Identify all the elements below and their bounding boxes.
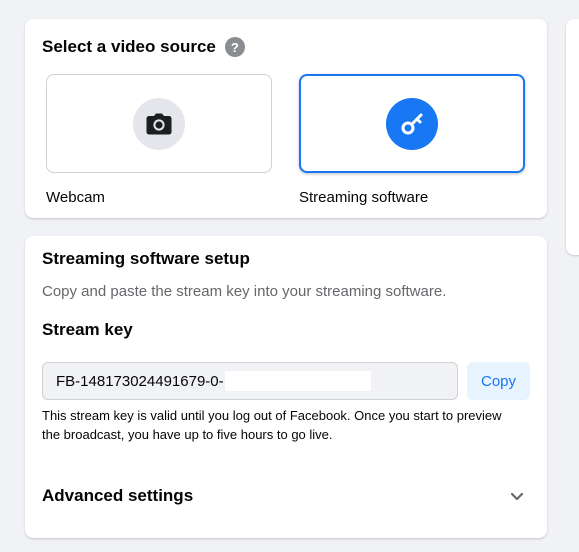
stream-key-field[interactable]: FB-148173024491679-0- [42, 362, 458, 400]
stream-key-label: Stream key [42, 320, 133, 339]
question-circle-icon[interactable]: ? [224, 37, 245, 57]
key-icon [386, 97, 438, 150]
camera-icon [133, 97, 185, 150]
advanced-settings-label[interactable]: Advanced settings [42, 486, 193, 506]
streaming-setup-card: Streaming software setup Copy and paste … [25, 236, 547, 538]
streaming-software-option[interactable] [299, 74, 525, 173]
chevron-down-icon[interactable] [508, 487, 526, 505]
video-source-heading: Select a video source ? [42, 37, 245, 57]
copy-button[interactable]: Copy [467, 362, 530, 400]
setup-description: Copy and paste the stream key into your … [42, 283, 447, 300]
side-panel-edge [566, 19, 579, 255]
webcam-label: Webcam [46, 189, 105, 206]
setup-title: Streaming software setup [42, 249, 250, 268]
stream-key-redaction [224, 371, 371, 391]
webcam-option[interactable] [46, 74, 272, 173]
streaming-software-label: Streaming software [299, 189, 429, 206]
video-source-title: Select a video source [42, 37, 216, 56]
stream-key-value: FB-148173024491679-0- [56, 372, 224, 390]
video-source-card: Select a video source ? Webcam Streaming… [25, 19, 547, 218]
stream-key-note: This stream key is valid until you log o… [42, 408, 502, 442]
